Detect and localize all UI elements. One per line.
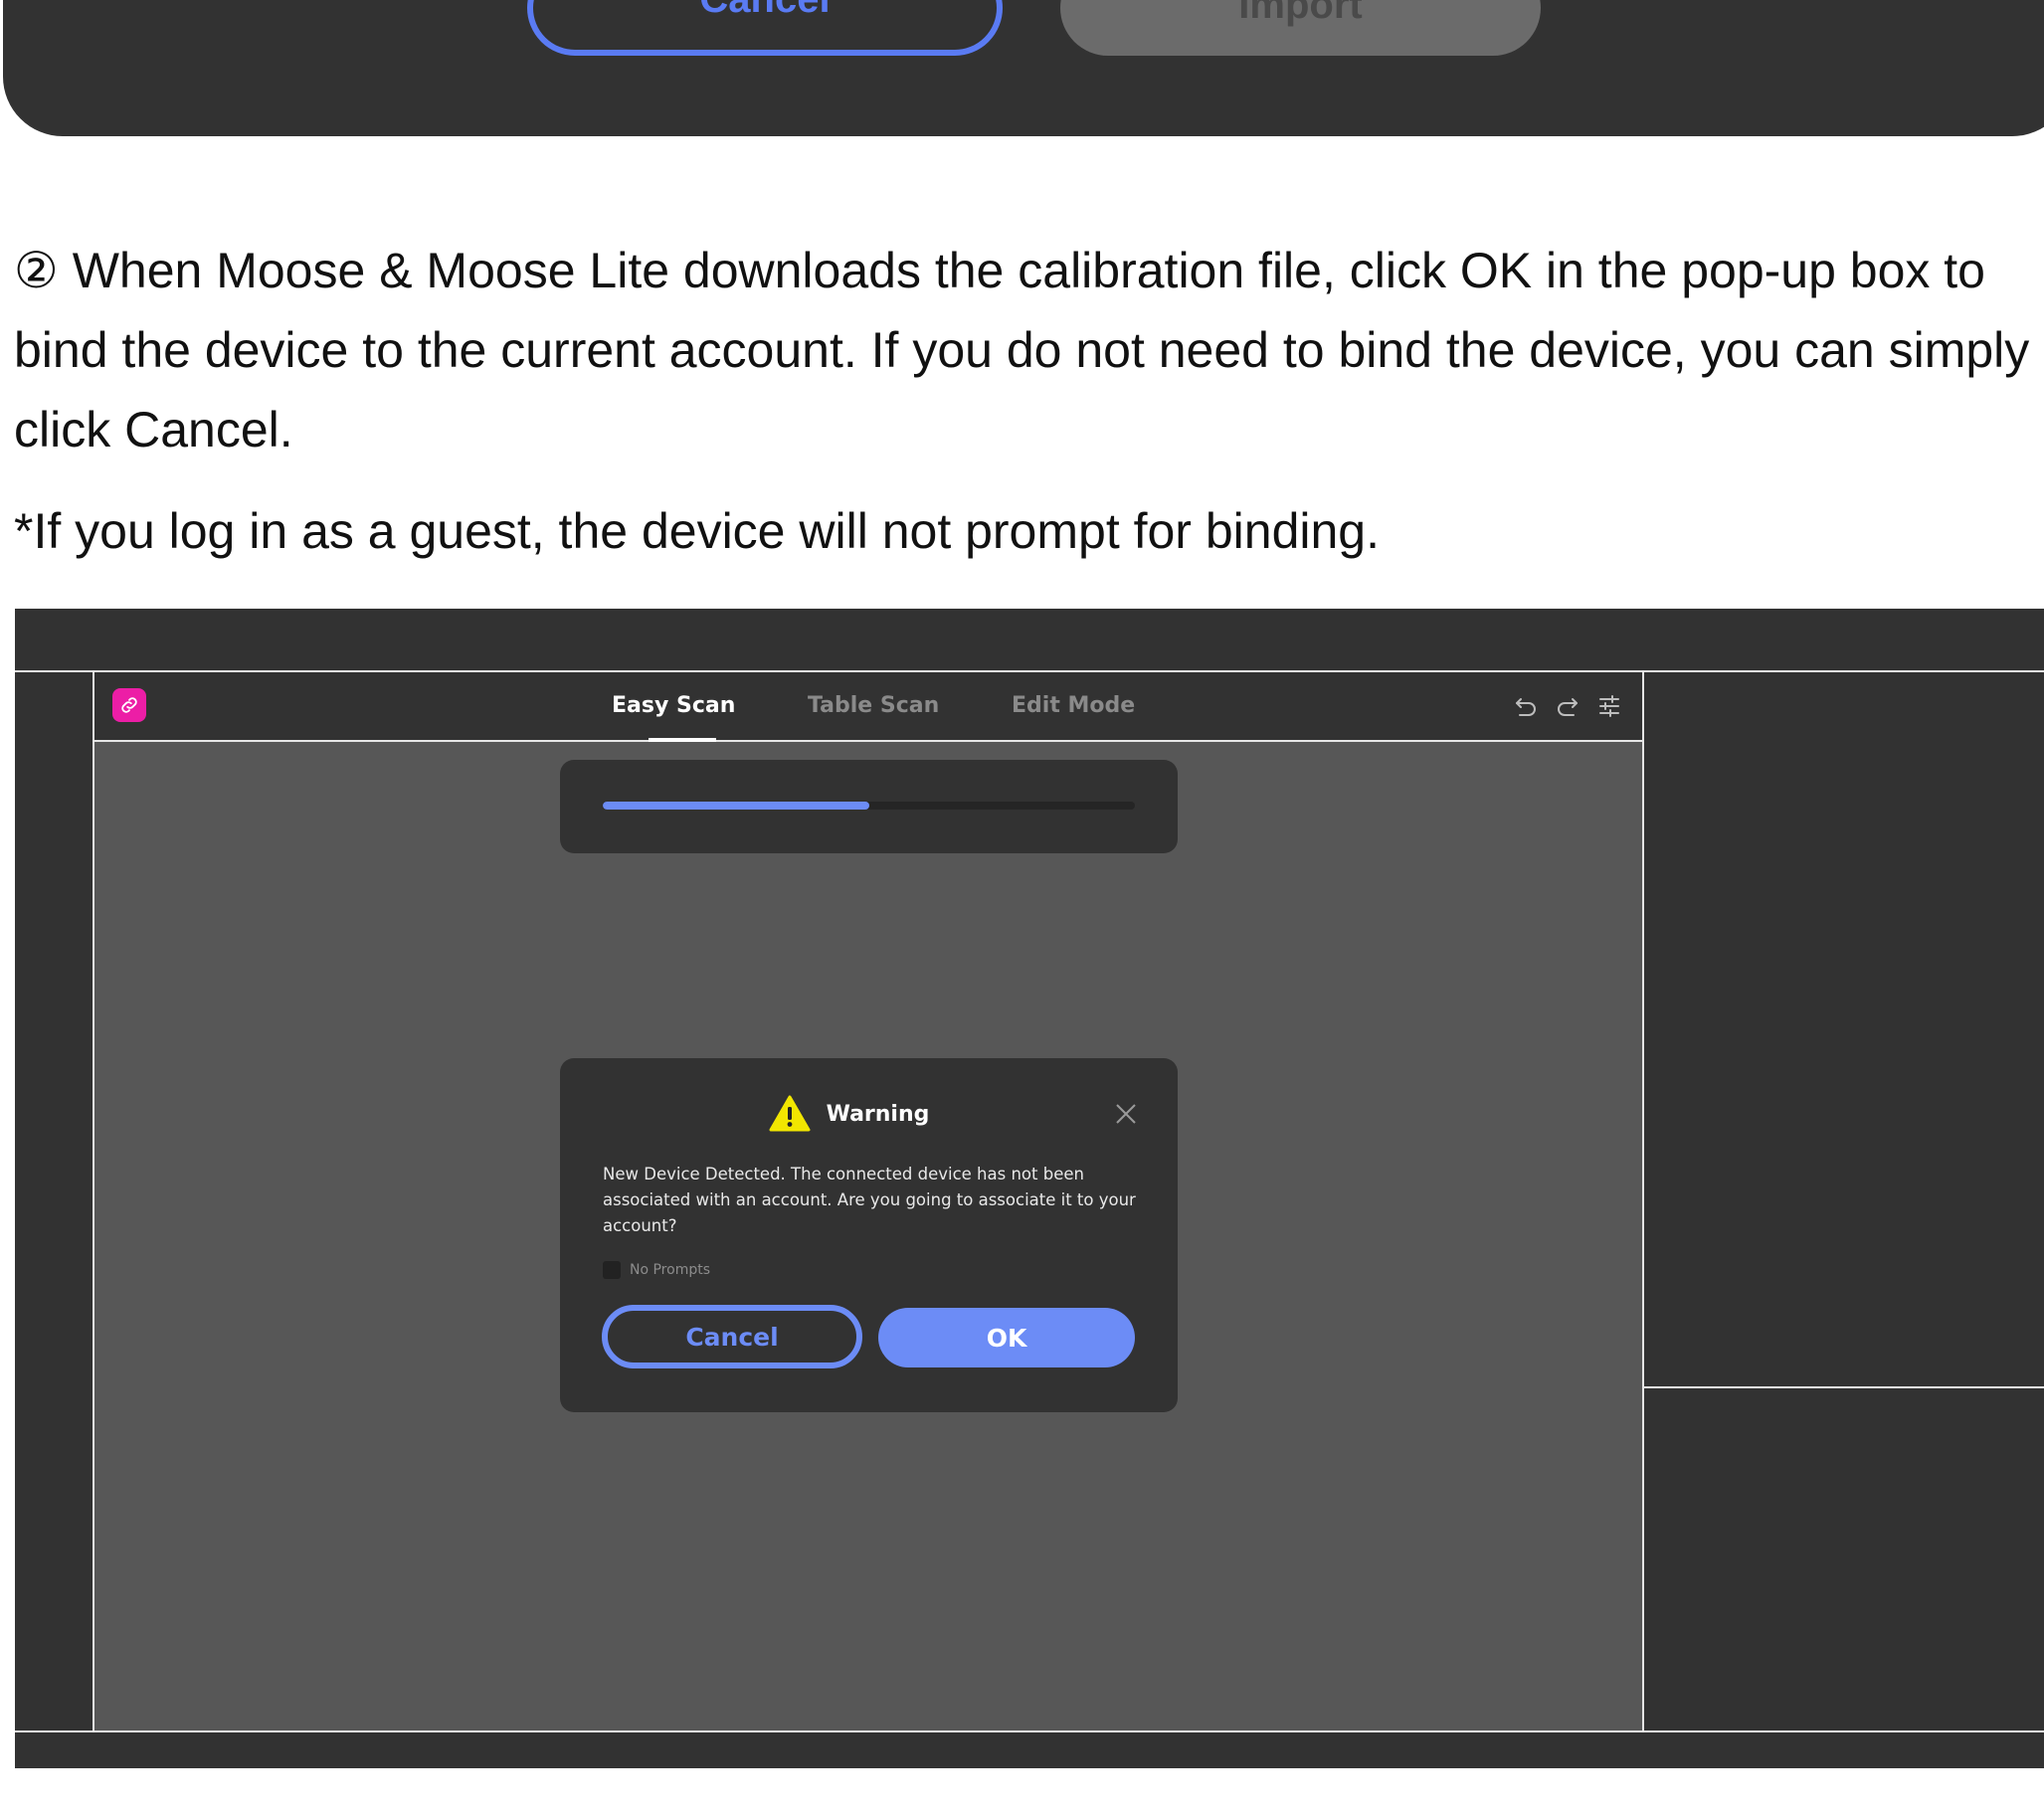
link-icon[interactable] xyxy=(112,688,146,722)
ok-button[interactable]: OK xyxy=(878,1308,1135,1367)
guest-note: *If you log in as a guest, the device wi… xyxy=(14,503,1380,559)
progress-panel xyxy=(560,760,1178,853)
dialog-message: New Device Detected. The connected devic… xyxy=(603,1165,1136,1235)
progress-bar xyxy=(603,802,1135,810)
tab-table-scan[interactable]: Table Scan xyxy=(808,686,939,726)
previous-import-button[interactable]: Import xyxy=(1060,0,1541,56)
instruction-paragraph: ② When Moose & Moose Lite downloads the … xyxy=(14,231,2044,469)
tab-edit-mode[interactable]: Edit Mode xyxy=(1012,686,1135,726)
previous-dialog xyxy=(3,0,2044,136)
no-prompts-label: No Prompts xyxy=(630,1262,711,1278)
step-marker: ② xyxy=(14,243,59,298)
instruction-text: When Moose & Moose Lite downloads the ca… xyxy=(14,243,2030,457)
dialog-header: Warning xyxy=(560,1094,1178,1134)
progress-fill xyxy=(603,802,869,810)
warning-dialog: Warning New Device Detected. The connect… xyxy=(560,1058,1178,1412)
scan-canvas: Warning New Device Detected. The connect… xyxy=(94,742,1642,1730)
close-icon[interactable] xyxy=(1114,1102,1138,1126)
app-screenshot: Easy Scan Table Scan Edit Mode Warning N… xyxy=(15,609,2044,1768)
cancel-button[interactable]: Cancel xyxy=(602,1305,862,1368)
dialog-title: Warning xyxy=(826,1101,930,1127)
divider xyxy=(1642,670,1644,1732)
no-prompts-checkbox[interactable] xyxy=(603,1261,621,1279)
settings-sliders-icon[interactable] xyxy=(1595,692,1623,720)
undo-icon[interactable] xyxy=(1512,692,1540,720)
no-prompts-option[interactable]: No Prompts xyxy=(603,1261,710,1279)
app-window: Easy Scan Table Scan Edit Mode Warning N… xyxy=(94,672,1642,1730)
redo-icon[interactable] xyxy=(1554,692,1581,720)
tab-easy-scan[interactable]: Easy Scan xyxy=(612,686,735,726)
divider xyxy=(15,1730,2044,1732)
warning-icon xyxy=(769,1095,811,1132)
previous-cancel-button[interactable]: Cancel xyxy=(527,0,1003,56)
app-toolbar: Easy Scan Table Scan Edit Mode xyxy=(94,672,1642,742)
divider xyxy=(1644,1386,2044,1388)
